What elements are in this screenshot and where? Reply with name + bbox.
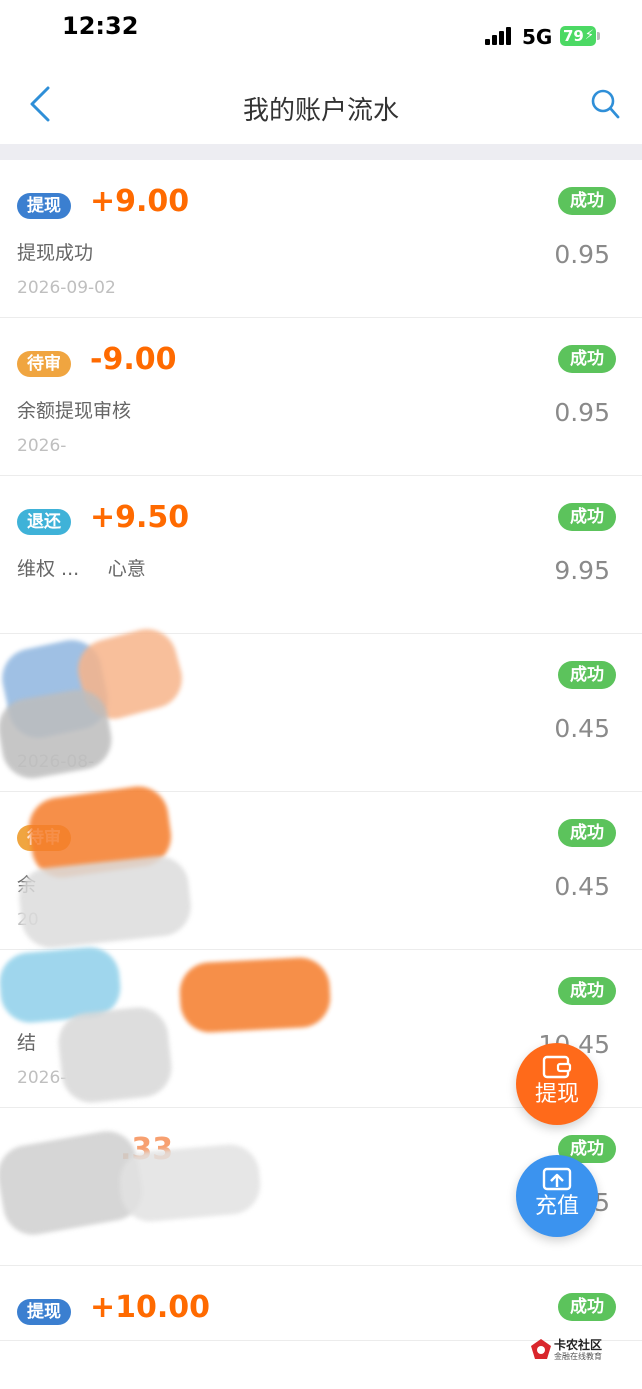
description: 提现成功: [17, 242, 94, 264]
date: 2026-: [17, 436, 67, 456]
type-badge: 退还: [17, 509, 71, 535]
transaction-row[interactable]: 待审 -9.00 余额提现审核 2026- 成功 0.95: [0, 318, 642, 476]
type-badge: 待审: [17, 351, 71, 377]
amount: +10.00: [90, 1290, 211, 1325]
amount: -9.00: [90, 342, 177, 377]
status-badge: 成功: [558, 1293, 616, 1321]
transaction-row[interactable]: 提现 +9.00 提现成功 2026-09-02 成功 0.95: [0, 160, 642, 318]
status-badge: 成功: [558, 977, 616, 1005]
redaction-scribble: [117, 1142, 263, 1224]
recharge-label: 充值: [534, 1194, 579, 1219]
nav-bar: 我的账户流水: [0, 60, 642, 144]
balance: 0.95: [554, 398, 610, 427]
network-type: 5G: [522, 25, 553, 49]
signal-icon: [485, 27, 515, 45]
type-badge: 提现: [17, 1299, 71, 1325]
recharge-button[interactable]: 充值: [516, 1155, 598, 1237]
description: 结: [17, 1032, 37, 1054]
charging-icon: ⚡: [584, 28, 594, 43]
description: 维权 ... 心意: [17, 558, 146, 580]
redaction-scribble: [16, 853, 194, 951]
redaction-scribble: [55, 1004, 175, 1106]
date: 2026-08-: [17, 752, 95, 772]
date: 2026-: [17, 1068, 67, 1088]
balance: 0.45: [554, 714, 610, 743]
transaction-row[interactable]: 待审 余 20 成功 0.45: [0, 782, 642, 951]
watermark: 卡农社区 金融在线教育: [530, 1336, 620, 1362]
balance: 0.45: [554, 872, 610, 901]
date: 2026-09-02: [17, 278, 116, 298]
withdraw-label: 提现: [534, 1082, 579, 1107]
search-icon[interactable]: [590, 88, 620, 120]
redaction-scribble: [178, 956, 332, 1034]
battery-level: 79: [563, 27, 584, 45]
balance: 9.95: [554, 556, 610, 585]
upload-icon: [542, 1167, 572, 1191]
withdraw-button[interactable]: 提现: [516, 1043, 598, 1125]
type-badge: 提现: [17, 193, 71, 219]
amount: +9.00: [90, 184, 190, 219]
status-bar: 12:32 5G 79 ⚡: [0, 0, 642, 60]
transaction-row[interactable]: 2026-08- 成功 0.45: [0, 622, 642, 792]
status-time: 12:32: [62, 12, 139, 40]
transaction-row[interactable]: 退还 +9.50 维权 ... 心意 成功 9.95: [0, 476, 642, 634]
status-badge: 成功: [558, 187, 616, 215]
community-logo-icon: [531, 1339, 551, 1359]
status-badge: 成功: [558, 345, 616, 373]
balance: 0.95: [554, 240, 610, 269]
battery-icon: 79 ⚡: [560, 26, 600, 46]
status-badge: 成功: [558, 661, 616, 689]
transaction-row[interactable]: 提现 +10.00 成功: [0, 1266, 642, 1341]
status-badge: 成功: [558, 819, 616, 847]
wallet-icon: [542, 1055, 572, 1079]
watermark-sub: 金融在线教育: [554, 1352, 602, 1361]
description: 余额提现审核: [17, 400, 132, 422]
status-badge: 成功: [558, 503, 616, 531]
page-title: 我的账户流水: [242, 96, 399, 126]
section-divider: [0, 144, 642, 160]
amount: +9.50: [90, 500, 190, 535]
